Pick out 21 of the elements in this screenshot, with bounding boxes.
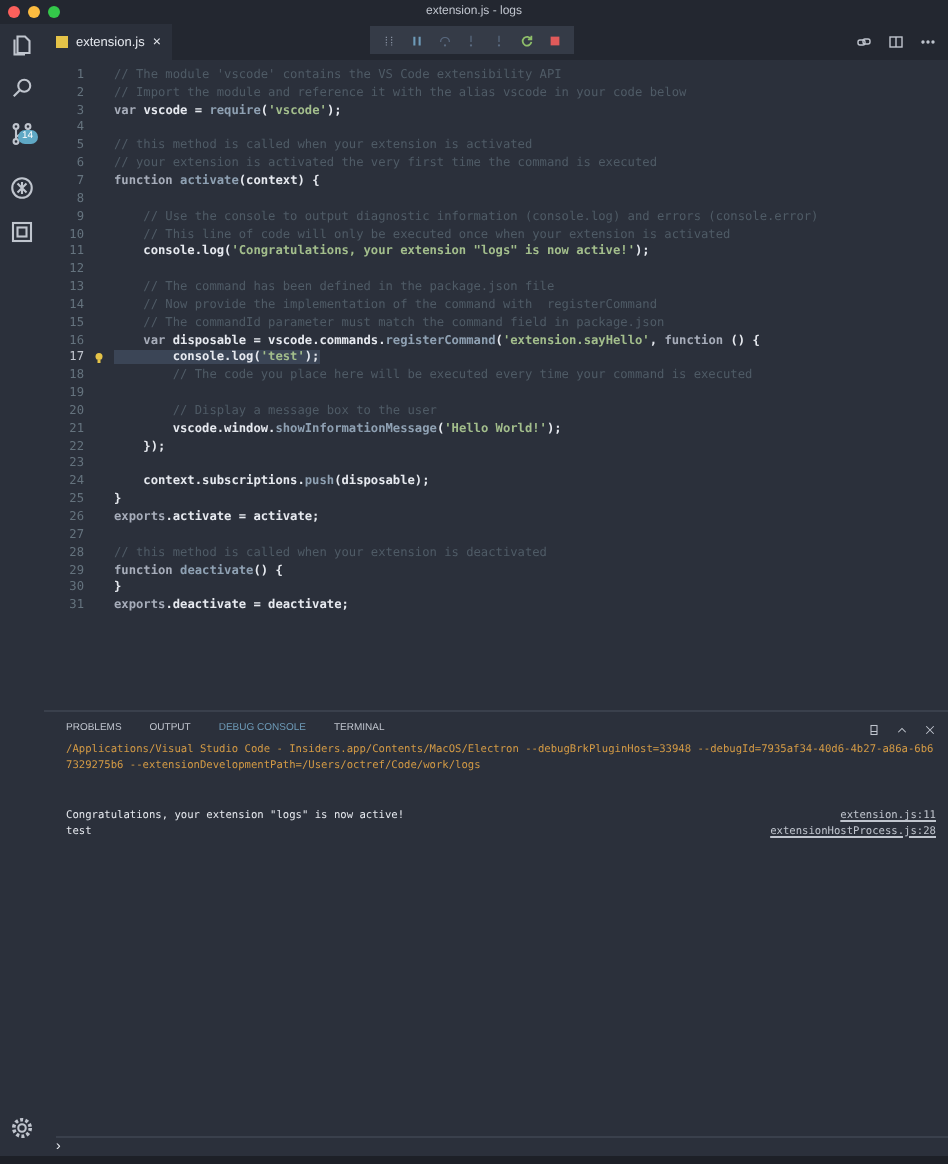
pause-icon[interactable] bbox=[410, 33, 425, 47]
search-icon[interactable] bbox=[10, 76, 34, 100]
stop-icon[interactable] bbox=[547, 33, 562, 47]
split-editor-icon[interactable] bbox=[888, 34, 904, 50]
clear-console-icon[interactable] bbox=[868, 723, 880, 735]
branch-icon[interactable] bbox=[10, 122, 34, 146]
drag-handle-icon[interactable] bbox=[382, 33, 397, 47]
more-icon[interactable] bbox=[920, 34, 936, 50]
settings-icon[interactable] bbox=[10, 1116, 34, 1140]
link-icon[interactable] bbox=[856, 34, 872, 50]
chevron-up-icon[interactable] bbox=[896, 723, 908, 735]
bug-icon[interactable] bbox=[10, 176, 34, 200]
lightbulb-icon[interactable] bbox=[94, 351, 104, 364]
close-icon[interactable] bbox=[924, 723, 936, 735]
restart-icon[interactable] bbox=[519, 33, 534, 47]
extensions-icon[interactable] bbox=[10, 220, 34, 244]
close-window-button[interactable] bbox=[8, 6, 20, 18]
minimize-window-button[interactable] bbox=[28, 6, 40, 18]
js-file-icon bbox=[56, 36, 68, 48]
zoom-window-button[interactable] bbox=[48, 6, 60, 18]
files-icon[interactable] bbox=[10, 32, 34, 56]
